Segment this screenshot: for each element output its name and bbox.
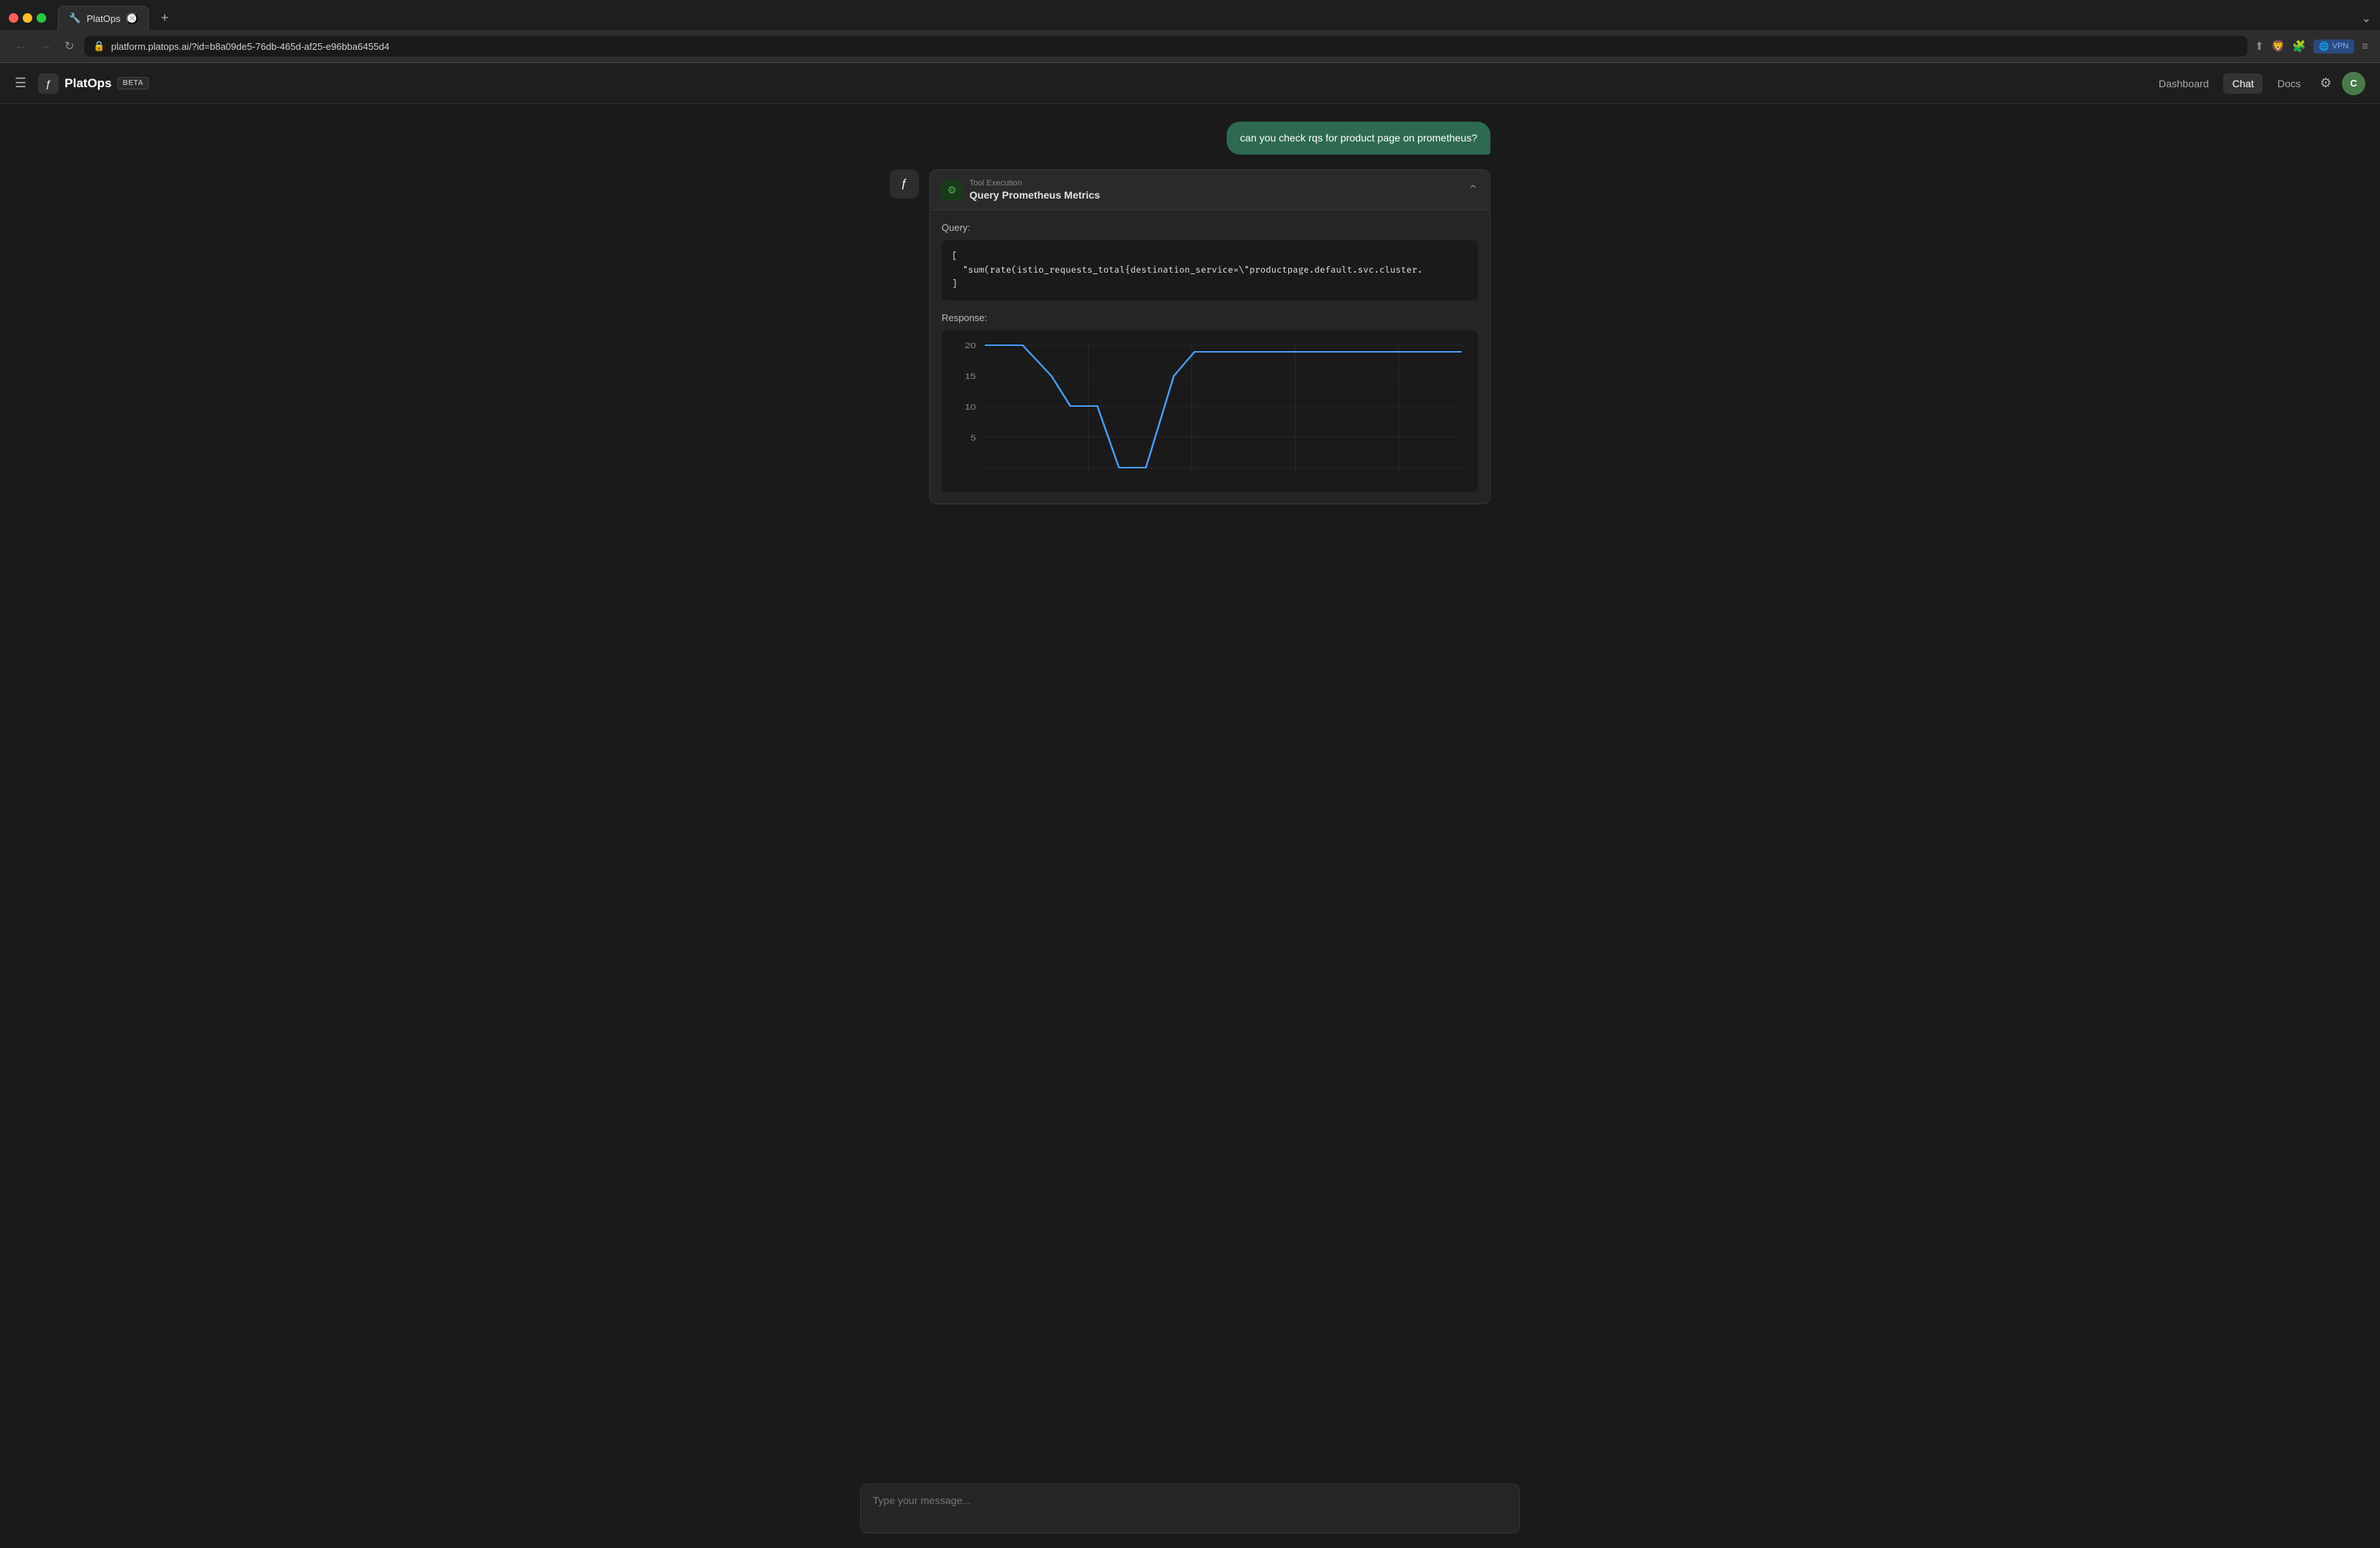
minimize-window-dot[interactable] (23, 13, 32, 23)
close-window-dot[interactable] (9, 13, 18, 23)
active-browser-tab[interactable]: 🔧 PlatOps ✕ (58, 6, 149, 30)
beta-badge: BETA (117, 77, 148, 89)
tool-card-body: Query: [ "sum(rate(istio_requests_total{… (930, 210, 1490, 504)
user-avatar[interactable]: C (2342, 72, 2365, 95)
window-controls (9, 13, 46, 23)
browser-actions: ⬆ 🦁 🧩 🌐 VPN ≡ (2255, 40, 2368, 54)
tab-favicon: 🔧 (69, 12, 81, 24)
hamburger-menu-button[interactable]: ☰ (15, 75, 26, 91)
tool-execution-card: ⚙ Tool Execution Query Prometheus Metric… (929, 169, 1490, 504)
reload-button[interactable]: ↻ (62, 36, 77, 56)
vpn-badge[interactable]: 🌐 VPN (2313, 40, 2354, 54)
chat-area: can you check rqs for product page on pr… (860, 104, 1520, 1472)
back-button[interactable]: ← (12, 37, 29, 56)
query-code-block: [ "sum(rate(istio_requests_total{destina… (942, 240, 1478, 301)
query-section-label: Query: (942, 222, 1478, 233)
tool-collapse-button[interactable]: ⌃ (1468, 183, 1478, 197)
tab-dropdown-button[interactable]: ⌄ (2362, 11, 2371, 26)
app-name: PlatOps (64, 76, 111, 91)
chart-svg: 20 15 10 5 (949, 338, 1471, 484)
maximize-window-dot[interactable] (37, 13, 46, 23)
address-bar: ← → ↻ 🔒 platform.platops.ai/?id=b8a09de5… (0, 30, 2380, 62)
chat-nav-button[interactable]: Chat (2223, 73, 2263, 94)
tab-close-button[interactable]: ✕ (126, 12, 138, 24)
tool-info: Tool Execution Query Prometheus Metrics (969, 179, 1461, 201)
vpn-icon: 🌐 (2319, 42, 2329, 51)
message-input[interactable] (873, 1493, 1507, 1524)
lock-icon: 🔒 (93, 40, 105, 52)
svg-text:10: 10 (965, 402, 976, 412)
svg-text:20: 20 (965, 341, 976, 350)
app-header: ☰ ƒ PlatOps BETA Dashboard Chat Docs ⚙ C (0, 63, 2380, 104)
address-input[interactable]: 🔒 platform.platops.ai/?id=b8a09de5-76db-… (84, 36, 2247, 56)
docs-nav-button[interactable]: Docs (2269, 73, 2310, 94)
settings-button[interactable]: ⚙ (2316, 71, 2336, 95)
ai-response: ƒ ⚙ Tool Execution Query Prometheus Metr… (890, 169, 1490, 504)
new-tab-button[interactable]: + (155, 7, 174, 29)
tool-name: Query Prometheus Metrics (969, 189, 1461, 201)
brave-shield-button[interactable]: 🦁 (2272, 40, 2285, 53)
url-text: platform.platops.ai/?id=b8a09de5-76db-46… (111, 41, 2239, 52)
tool-gear-icon: ⚙ (942, 180, 962, 200)
browser-menu-button[interactable]: ≡ (2362, 40, 2368, 53)
share-button[interactable]: ⬆ (2255, 40, 2264, 53)
app-logo: ƒ PlatOps BETA (38, 73, 149, 94)
user-message-bubble: can you check rqs for product page on pr… (1227, 122, 1490, 155)
svg-text:15: 15 (965, 372, 976, 381)
extensions-button[interactable]: 🧩 (2292, 40, 2306, 53)
browser-tab-bar: 🔧 PlatOps ✕ + ⌄ (0, 0, 2380, 30)
message-input-wrapper (860, 1484, 1520, 1533)
dashboard-nav-button[interactable]: Dashboard (2150, 73, 2218, 94)
logo-icon: ƒ (38, 73, 59, 94)
tab-title: PlatOps (86, 13, 120, 24)
ai-avatar-icon: ƒ (890, 169, 919, 199)
message-input-area (0, 1472, 2380, 1548)
vpn-label: VPN (2332, 42, 2349, 51)
tool-card-header: ⚙ Tool Execution Query Prometheus Metric… (930, 170, 1490, 210)
browser-chrome: 🔧 PlatOps ✕ + ⌄ ← → ↻ 🔒 platform.platops… (0, 0, 2380, 63)
response-section-label: Response: (942, 312, 1478, 323)
header-nav: Dashboard Chat Docs ⚙ C (2150, 71, 2365, 95)
forward-button[interactable]: → (37, 37, 54, 56)
svg-text:5: 5 (970, 433, 976, 443)
response-chart: 20 15 10 5 (942, 331, 1478, 492)
tool-execution-label: Tool Execution (969, 179, 1461, 188)
main-content: can you check rqs for product page on pr… (0, 104, 2380, 1548)
